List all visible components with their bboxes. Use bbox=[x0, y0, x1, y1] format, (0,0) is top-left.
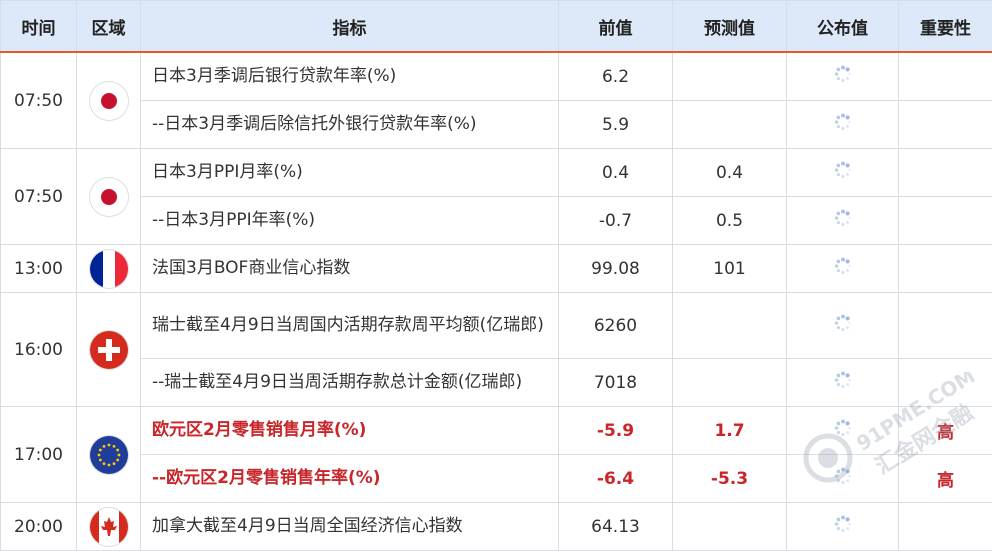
loading-spinner-icon bbox=[834, 371, 852, 394]
header-row: 时间 区域 指标 前值 预测值 公布值 重要性 bbox=[0, 0, 992, 53]
table-row[interactable]: --日本3月季调后除信托外银行贷款年率(%) 5.9 bbox=[1, 100, 992, 149]
forecast-value bbox=[672, 100, 787, 149]
forecast-value bbox=[672, 292, 787, 359]
indicator-name: 瑞士截至4月9日当周国内活期存款周平均额(亿瑞郎) bbox=[140, 292, 559, 359]
event-time: 17:00 bbox=[0, 406, 77, 503]
event-time: 20:00 bbox=[0, 502, 77, 551]
region-cell bbox=[76, 502, 141, 551]
indicator-name: --瑞士截至4月9日当周活期存款总计金额(亿瑞郎) bbox=[140, 358, 559, 407]
forecast-value bbox=[672, 358, 787, 407]
switzerland-flag-icon bbox=[89, 330, 128, 369]
forecast-value: 101 bbox=[672, 244, 787, 293]
loading-spinner-icon bbox=[834, 467, 852, 490]
importance-value bbox=[898, 51, 992, 101]
forecast-value bbox=[672, 502, 787, 551]
importance-value bbox=[898, 244, 992, 293]
event-time: 16:00 bbox=[0, 292, 77, 407]
importance-value bbox=[898, 358, 992, 407]
forecast-value: 0.5 bbox=[672, 196, 787, 245]
previous-value: -5.9 bbox=[558, 406, 673, 455]
previous-value: 7018 bbox=[558, 358, 673, 407]
importance-value bbox=[898, 292, 992, 359]
indicator-name: 日本3月PPI月率(%) bbox=[140, 148, 559, 197]
region-cell bbox=[76, 51, 141, 149]
loading-spinner-icon bbox=[834, 65, 852, 88]
table-row[interactable]: 16:00 瑞士截至4月9日当周国内活期存款周平均额(亿瑞郎) 6260 bbox=[0, 292, 992, 407]
forecast-value bbox=[672, 51, 787, 101]
previous-value: 0.4 bbox=[558, 148, 673, 197]
actual-value bbox=[786, 196, 899, 245]
previous-value: 64.13 bbox=[558, 502, 673, 551]
header-previous: 前值 bbox=[558, 0, 673, 53]
canada-flag-icon bbox=[89, 507, 128, 546]
importance-value bbox=[898, 100, 992, 149]
table-row[interactable]: --日本3月PPI年率(%) -0.7 0.5 bbox=[1, 196, 992, 245]
actual-value bbox=[786, 100, 899, 149]
indicator-name: 欧元区2月零售销售月率(%) bbox=[140, 406, 559, 455]
indicator-name: 法国3月BOF商业信心指数 bbox=[140, 244, 559, 293]
importance-value bbox=[898, 502, 992, 551]
table-row[interactable]: 07:50 日本3月季调后银行贷款年率(%) 6.2 bbox=[0, 51, 992, 149]
header-indicator: 指标 bbox=[140, 0, 559, 53]
japan-flag-icon bbox=[89, 177, 128, 216]
loading-spinner-icon bbox=[834, 314, 852, 337]
indicator-name: --日本3月季调后除信托外银行贷款年率(%) bbox=[140, 100, 559, 149]
actual-value bbox=[786, 292, 899, 359]
actual-value bbox=[786, 148, 899, 197]
region-cell bbox=[76, 244, 141, 293]
table-row[interactable]: --欧元区2月零售销售年率(%) -6.4 -5.3 高 bbox=[1, 454, 992, 503]
region-cell bbox=[76, 148, 141, 245]
actual-value bbox=[786, 358, 899, 407]
forecast-value: 0.4 bbox=[672, 148, 787, 197]
loading-spinner-icon bbox=[834, 161, 852, 184]
actual-value bbox=[786, 406, 899, 455]
economic-calendar-table: 时间 区域 指标 前值 预测值 公布值 重要性 07:50 日本3月季调后银行贷… bbox=[0, 0, 992, 551]
actual-value bbox=[786, 454, 899, 503]
loading-spinner-icon bbox=[834, 209, 852, 232]
header-forecast: 预测值 bbox=[672, 0, 787, 53]
previous-value: 99.08 bbox=[558, 244, 673, 293]
table-row[interactable]: 20:00 加拿大截至4月9日当周全国经济信心指数 64.13 bbox=[0, 502, 992, 551]
region-cell bbox=[76, 292, 141, 407]
previous-value: -0.7 bbox=[558, 196, 673, 245]
japan-flag-icon bbox=[89, 81, 128, 120]
loading-spinner-icon bbox=[834, 419, 852, 442]
table-row[interactable]: --瑞士截至4月9日当周活期存款总计金额(亿瑞郎) 7018 bbox=[1, 358, 992, 407]
previous-value: 6260 bbox=[558, 292, 673, 359]
header-region: 区域 bbox=[76, 0, 141, 53]
importance-value bbox=[898, 148, 992, 197]
indicator-name: 日本3月季调后银行贷款年率(%) bbox=[140, 51, 559, 101]
previous-value: 6.2 bbox=[558, 51, 673, 101]
header-actual: 公布值 bbox=[786, 0, 899, 53]
header-time: 时间 bbox=[0, 0, 77, 53]
table-row[interactable]: 07:50 日本3月PPI月率(%) 0.4 0.4 bbox=[0, 148, 992, 245]
indicator-name: --日本3月PPI年率(%) bbox=[140, 196, 559, 245]
importance-value: 高 bbox=[898, 406, 992, 455]
event-time: 13:00 bbox=[0, 244, 77, 293]
importance-value bbox=[898, 196, 992, 245]
previous-value: -6.4 bbox=[558, 454, 673, 503]
event-time: 07:50 bbox=[0, 148, 77, 245]
header-importance: 重要性 bbox=[898, 0, 992, 53]
event-time: 07:50 bbox=[0, 51, 77, 149]
forecast-value: -5.3 bbox=[672, 454, 787, 503]
forecast-value: 1.7 bbox=[672, 406, 787, 455]
table-row[interactable]: 17:00 欧元区2月零售销售月率(%) -5.9 1.7 高 bbox=[0, 406, 992, 503]
actual-value bbox=[786, 244, 899, 293]
loading-spinner-icon bbox=[834, 515, 852, 538]
importance-value: 高 bbox=[898, 454, 992, 503]
indicator-name: --欧元区2月零售销售年率(%) bbox=[140, 454, 559, 503]
loading-spinner-icon bbox=[834, 113, 852, 136]
table-row[interactable]: 13:00 法国3月BOF商业信心指数 99.08 101 bbox=[0, 244, 992, 293]
loading-spinner-icon bbox=[834, 257, 852, 280]
previous-value: 5.9 bbox=[558, 100, 673, 149]
france-flag-icon bbox=[89, 249, 128, 288]
actual-value bbox=[786, 51, 899, 101]
region-cell bbox=[76, 406, 141, 503]
eu-flag-icon bbox=[89, 435, 128, 474]
indicator-name: 加拿大截至4月9日当周全国经济信心指数 bbox=[140, 502, 559, 551]
actual-value bbox=[786, 502, 899, 551]
